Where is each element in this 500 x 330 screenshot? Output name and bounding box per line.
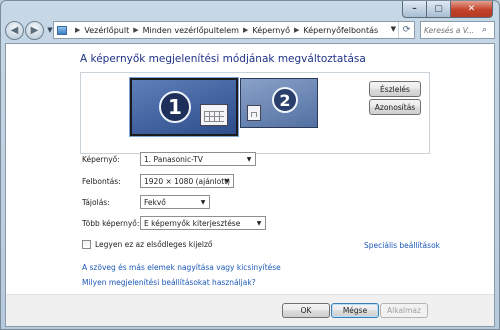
primary-display-checkbox[interactable] xyxy=(82,240,91,249)
minimize-button[interactable]: – xyxy=(402,1,427,18)
address-bar[interactable]: ▶ Vezérlőpult ▶ Minden vezérlőpultelem ▶… xyxy=(53,21,415,39)
apply-button[interactable]: Alkalmaz xyxy=(380,303,428,318)
refresh-icon: ⟳ xyxy=(402,25,411,35)
monitor-number-1: 1 xyxy=(159,91,191,123)
refresh-button[interactable]: ⟳ xyxy=(398,22,414,38)
page-title: A képernyők megjelenítési módjának megvá… xyxy=(80,53,366,65)
navigation-bar: ◀ ▶ ▼ ▶ Vezérlőpult ▶ Minden vezérlőpult… xyxy=(5,19,495,41)
forward-arrow-icon: ▶ xyxy=(30,24,39,36)
chevron-right-icon[interactable]: ▶ xyxy=(294,26,299,34)
orientation-select[interactable]: Fekvő ▼ xyxy=(140,195,210,209)
resolution-select-value: 1920 × 1080 (ajánlott) xyxy=(144,176,231,186)
address-dropdown-icon[interactable]: ▼ xyxy=(391,25,396,33)
multiple-displays-label: Több képernyő: xyxy=(82,219,140,228)
which-settings-help-link[interactable]: Milyen megjelenítési beállításokat haszn… xyxy=(82,278,256,287)
breadcrumb-display[interactable]: Képernyő xyxy=(252,26,290,35)
chevron-down-icon: ▼ xyxy=(256,219,262,227)
orientation-label: Tájolás: xyxy=(82,198,110,207)
chevron-right-icon[interactable]: ▶ xyxy=(133,26,138,34)
content-pane: A képernyők megjelenítési módjának megvá… xyxy=(5,43,495,327)
text-size-link[interactable]: A szöveg és más elemek nagyítása vagy ki… xyxy=(82,263,281,272)
window-thumbnail-icon xyxy=(200,104,228,126)
back-arrow-icon: ◀ xyxy=(10,24,19,36)
display-select[interactable]: 1. Panasonic-TV ▼ xyxy=(140,152,256,166)
advanced-settings-link[interactable]: Speciális beállítások xyxy=(364,241,440,250)
chevron-down-icon: ▼ xyxy=(200,198,206,206)
multiple-displays-select-value: E képernyők kiterjesztése xyxy=(144,218,241,228)
breadcrumb-control-panel[interactable]: Vezérlőpult xyxy=(84,26,129,35)
back-button[interactable]: ◀ xyxy=(5,20,24,40)
display-select-value: 1. Panasonic-TV xyxy=(144,154,203,164)
breadcrumb-all-items[interactable]: Minden vezérlőpultelem xyxy=(143,26,239,35)
caption-buttons: – ▢ ✕ xyxy=(402,1,493,18)
maximize-button[interactable]: ▢ xyxy=(427,1,451,18)
breadcrumb-screen-resolution[interactable]: Képernyőfelbontás xyxy=(303,26,378,35)
window-thumbnail-icon xyxy=(247,105,261,121)
cancel-button[interactable]: Mégse xyxy=(331,303,379,318)
resolution-label: Felbontás: xyxy=(82,177,121,186)
chevron-right-icon[interactable]: ▶ xyxy=(243,26,248,34)
primary-display-option[interactable]: Legyen ez az elsődleges kijelző xyxy=(82,240,213,249)
identify-button[interactable]: Azonosítás xyxy=(369,99,421,115)
forward-button[interactable]: ▶ xyxy=(25,20,44,40)
multiple-displays-select[interactable]: E képernyők kiterjesztése ▼ xyxy=(140,216,266,230)
resolution-select[interactable]: 1920 × 1080 (ajánlott) ▼ xyxy=(140,174,234,188)
control-panel-window: – ▢ ✕ ◀ ▶ ▼ ▶ Vezérlőpult ▶ Minden vezér… xyxy=(0,0,500,330)
display-label: Képernyő: xyxy=(82,155,120,164)
close-button[interactable]: ✕ xyxy=(451,1,493,18)
monitor-1[interactable]: 1 xyxy=(130,78,238,136)
search-input[interactable] xyxy=(424,25,482,35)
detect-button[interactable]: Észlelés xyxy=(369,81,421,97)
ok-button[interactable]: OK xyxy=(282,303,330,318)
monitor-number-2: 2 xyxy=(272,87,298,113)
chevron-down-icon: ▼ xyxy=(224,177,230,185)
primary-display-label[interactable]: Legyen ez az elsődleges kijelző xyxy=(95,240,213,249)
search-icon[interactable]: ⌕ xyxy=(482,25,487,35)
chevron-right-icon[interactable]: ▶ xyxy=(75,26,80,34)
orientation-select-value: Fekvő xyxy=(144,197,166,207)
search-box[interactable]: ⌕ xyxy=(420,21,495,39)
monitor-2[interactable]: 2 xyxy=(240,78,318,128)
control-panel-icon xyxy=(57,25,67,35)
chevron-down-icon: ▼ xyxy=(246,155,252,163)
dialog-footer: OK Mégse Alkalmaz xyxy=(6,294,494,326)
